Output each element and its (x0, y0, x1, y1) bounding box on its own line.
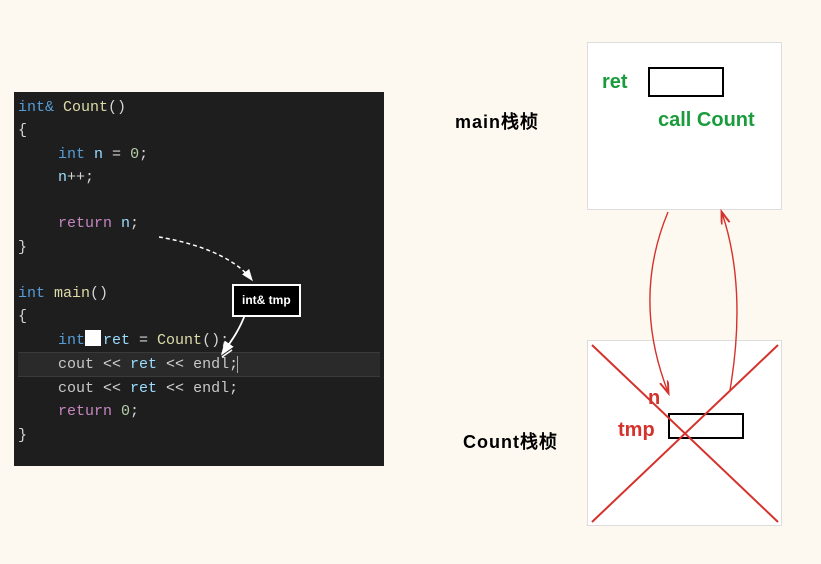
code-line12-highlighted: cout << ret << endl; (18, 352, 380, 377)
editor-cursor-box (85, 330, 101, 346)
count-stack-frame-box: n tmp (587, 340, 782, 526)
code-line15: } (18, 424, 380, 447)
code-line4: n++; (18, 166, 380, 189)
main-ret-slot (648, 67, 724, 97)
code-line9: int main() (18, 282, 380, 305)
count-frame-title: Count栈桢 (463, 428, 558, 454)
code-line8 (18, 259, 380, 282)
code-line5 (18, 189, 380, 212)
main-call-label: call Count (658, 109, 755, 132)
code-line2: { (18, 119, 380, 142)
main-ret-label: ret (602, 71, 628, 94)
code-editor-panel: int& Count() { int n = 0; n++; return n;… (14, 92, 384, 466)
code-line3: int n = 0; (18, 143, 380, 166)
code-line13: cout << ret << endl; (18, 377, 380, 400)
code-line11: intret = Count(); (18, 329, 380, 352)
tmp-annotation-label: int& tmp (242, 293, 291, 307)
code-line7: } (18, 236, 380, 259)
code-line1: int& Count() (18, 96, 380, 119)
code-line10: { (18, 305, 380, 328)
count-tmp-label: tmp (618, 419, 655, 442)
count-var-slot (668, 413, 744, 439)
tmp-annotation-box: int& tmp (232, 284, 301, 317)
code-line6: return n; (18, 212, 380, 235)
main-frame-title: main栈桢 (455, 108, 539, 134)
main-stack-frame-box: ret call Count (587, 42, 782, 210)
code-line14: return 0; (18, 400, 380, 423)
count-n-label: n (648, 387, 660, 410)
